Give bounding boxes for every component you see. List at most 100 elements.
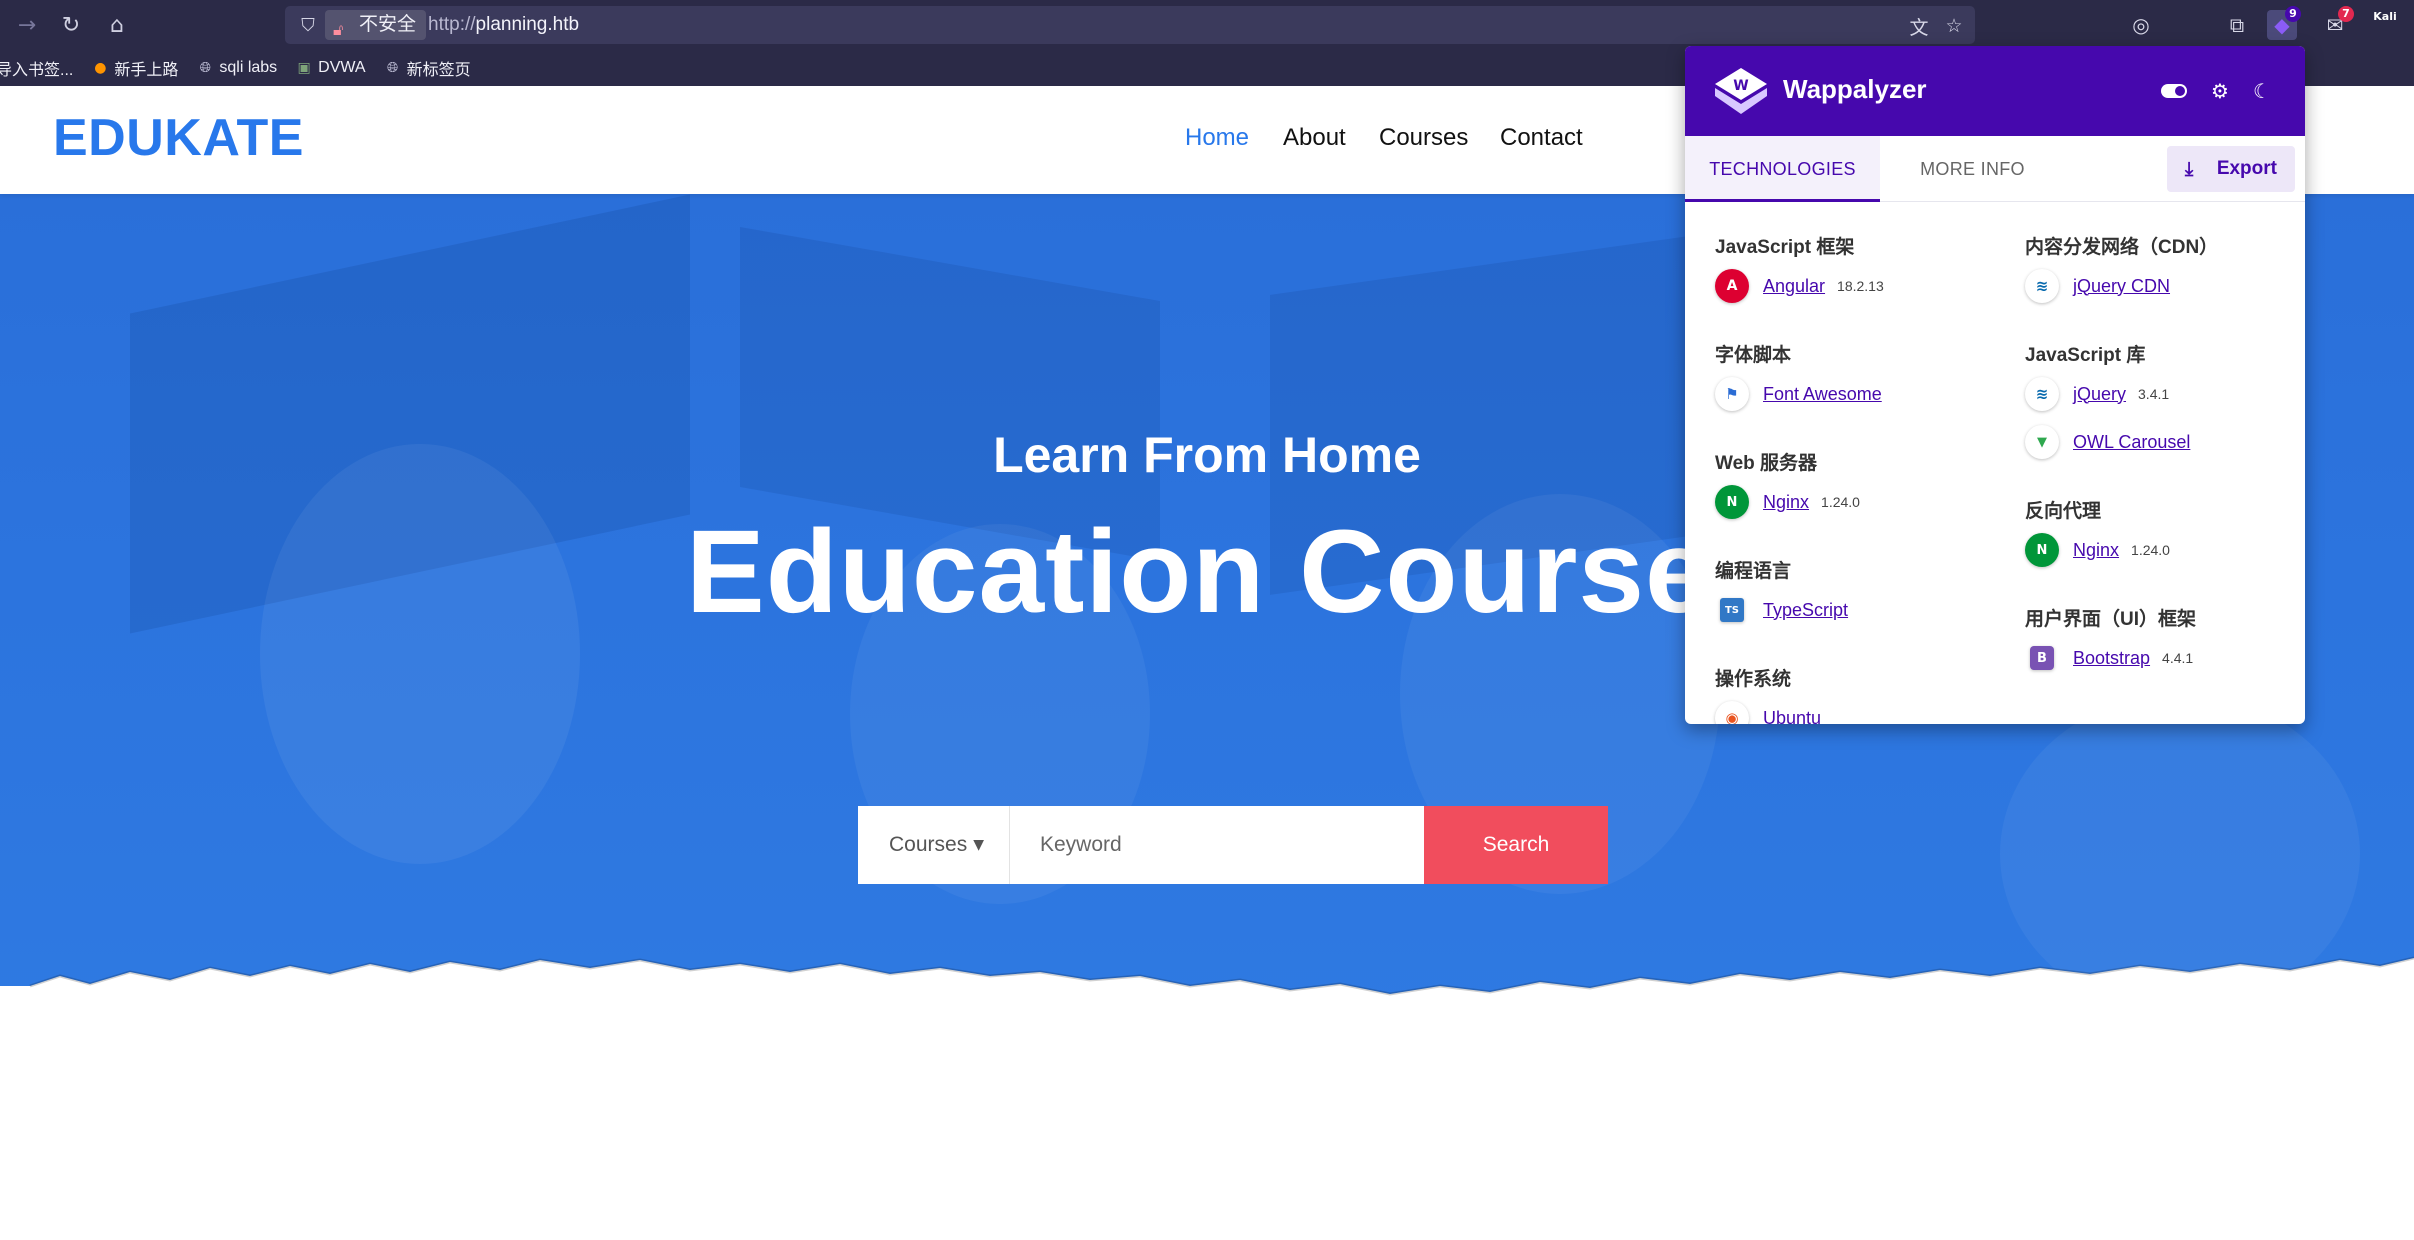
url-bar[interactable]: ⛉ 🔓︎ 不安全 http://planning.htb 文 ☆ bbox=[285, 6, 1975, 44]
bookmark-star-icon[interactable]: ☆ bbox=[1942, 14, 1966, 38]
bookmark-getting-started[interactable]: ● 新手上路 bbox=[91, 56, 178, 80]
url-host: planning.htb bbox=[475, 14, 580, 35]
firefox-icon: ● bbox=[94, 60, 107, 76]
courses-dropdown[interactable]: Courses ▼ bbox=[858, 806, 1010, 884]
owl-carousel-icon: ▼ bbox=[2025, 425, 2059, 459]
tech-name[interactable]: TypeScript bbox=[1763, 600, 1848, 621]
category-js-framework: JavaScript 框架 bbox=[1715, 237, 1855, 258]
tech-name[interactable]: Angular bbox=[1763, 276, 1825, 297]
settings-gear-icon[interactable]: ⚙ bbox=[2205, 76, 2235, 106]
nginx-icon: N bbox=[2025, 533, 2059, 567]
site-logo[interactable]: EDUKATE bbox=[53, 108, 304, 168]
tech-font-awesome[interactable]: ⚑ Font Awesome bbox=[1715, 376, 1882, 412]
mail-icon[interactable]: ✉ 7 bbox=[2320, 6, 2354, 40]
profile-avatar[interactable]: Kali bbox=[2370, 10, 2400, 40]
url-text[interactable]: http://planning.htb bbox=[428, 14, 579, 36]
torn-paper-divider bbox=[0, 956, 2414, 1146]
tech-angular[interactable]: A Angular 18.2.13 bbox=[1715, 268, 1884, 304]
tech-name[interactable]: Ubuntu bbox=[1763, 708, 1821, 725]
caret-down-icon: ▼ bbox=[973, 837, 984, 853]
tech-ubuntu[interactable]: ◉ Ubuntu bbox=[1715, 700, 1821, 724]
angular-icon: A bbox=[1715, 269, 1749, 303]
dark-mode-moon-icon[interactable]: ☾ bbox=[2247, 76, 2277, 106]
wappalyzer-header: W Wappalyzer ⚙ ☾ bbox=[1685, 46, 2305, 136]
ubuntu-icon: ◉ bbox=[1715, 701, 1749, 724]
tech-version: 18.2.13 bbox=[1837, 278, 1884, 294]
account-icon[interactable]: ◎ bbox=[2126, 10, 2156, 40]
tech-name[interactable]: OWL Carousel bbox=[2073, 432, 2190, 453]
url-scheme: http:// bbox=[428, 14, 476, 35]
wappalyzer-tabs: TECHNOLOGIES MORE INFO ⤓ Export bbox=[1685, 136, 2305, 202]
nav-home[interactable]: Home bbox=[1185, 124, 1249, 152]
category-programming-languages: 编程语言 bbox=[1715, 561, 1792, 582]
download-icon: ⤓ bbox=[2184, 158, 2194, 180]
tech-version: 3.4.1 bbox=[2138, 386, 2170, 402]
nav-courses[interactable]: Courses bbox=[1379, 124, 1468, 152]
shield-icon[interactable]: ⛉ bbox=[297, 14, 319, 36]
globe-icon: 🌐︎ bbox=[199, 60, 211, 76]
translate-icon[interactable]: 文 bbox=[1907, 14, 1931, 39]
tech-name[interactable]: Bootstrap bbox=[2073, 648, 2150, 669]
browser-toolbar: → ↻ ⌂ ⛉ 🔓︎ 不安全 http://planning.htb 文 ☆ ◎… bbox=[0, 0, 2414, 50]
home-icon[interactable]: ⌂ bbox=[102, 10, 132, 40]
bookmark-new-tab[interactable]: 🌐︎ 新标签页 bbox=[384, 56, 471, 80]
bookmark-label: 新标签页 bbox=[406, 62, 471, 79]
insecure-label: 不安全 bbox=[359, 14, 417, 35]
bookmark-sqli-labs[interactable]: 🌐︎ sqli labs bbox=[196, 59, 277, 77]
mail-badge: 7 bbox=[2338, 6, 2354, 22]
nav-contact[interactable]: Contact bbox=[1500, 124, 1583, 152]
tab-more-info[interactable]: MORE INFO bbox=[1885, 136, 2060, 202]
tech-jquery-cdn[interactable]: ≋ jQuery CDN bbox=[2025, 268, 2170, 304]
tech-bootstrap[interactable]: B Bootstrap 4.4.1 bbox=[2025, 640, 2193, 676]
courses-dropdown-label: Courses bbox=[889, 833, 968, 856]
typescript-icon: TS bbox=[1720, 598, 1744, 622]
wappalyzer-toolbar-button[interactable]: ◆ 9 bbox=[2267, 6, 2301, 40]
unlocked-icon: 🔓︎ bbox=[333, 20, 344, 39]
hero-title: Education Courses bbox=[686, 506, 1686, 638]
insecure-indicator[interactable]: 🔓︎ 不安全 bbox=[325, 10, 427, 40]
bootstrap-icon: B bbox=[2030, 646, 2054, 670]
font-awesome-flag-icon: ⚑ bbox=[1715, 377, 1749, 411]
tech-name[interactable]: Nginx bbox=[2073, 540, 2119, 561]
tab-technologies[interactable]: TECHNOLOGIES bbox=[1685, 136, 1880, 202]
svg-text:W: W bbox=[1733, 78, 1748, 94]
tech-version: 4.4.1 bbox=[2162, 650, 2194, 666]
nav-about[interactable]: About bbox=[1283, 124, 1346, 152]
keyword-input[interactable] bbox=[1010, 806, 1424, 884]
bookmark-label: DVWA bbox=[318, 59, 366, 76]
nginx-icon: N bbox=[1715, 485, 1749, 519]
tech-name[interactable]: jQuery CDN bbox=[2073, 276, 2170, 297]
tech-nginx[interactable]: N Nginx 1.24.0 bbox=[1715, 484, 1860, 520]
category-js-libraries: JavaScript 库 bbox=[2025, 345, 2146, 366]
tech-nginx-proxy[interactable]: N Nginx 1.24.0 bbox=[2025, 532, 2170, 568]
forward-icon[interactable]: → bbox=[12, 10, 42, 40]
reload-icon[interactable]: ↻ bbox=[56, 10, 86, 40]
globe-icon: 🌐︎ bbox=[386, 60, 399, 76]
tech-jquery[interactable]: ≋ jQuery 3.4.1 bbox=[2025, 376, 2169, 412]
hero-bg-shape bbox=[260, 444, 580, 864]
tech-name[interactable]: jQuery bbox=[2073, 384, 2126, 405]
hero-title-wrap: Education Courses bbox=[686, 504, 1686, 644]
tech-typescript[interactable]: TS TypeScript bbox=[1715, 592, 1848, 628]
bookmark-label: 新手上路 bbox=[114, 62, 179, 79]
bookmark-dvwa[interactable]: ▣ DVWA bbox=[295, 59, 366, 77]
category-ui-frameworks: 用户界面（UI）框架 bbox=[2025, 609, 2197, 630]
course-search-form: Courses ▼ Search bbox=[858, 806, 1608, 884]
wappalyzer-title: Wappalyzer bbox=[1783, 74, 1927, 104]
page-icon: ▣ bbox=[297, 60, 311, 76]
tech-version: 1.24.0 bbox=[2131, 542, 2170, 558]
tech-owl-carousel[interactable]: ▼ OWL Carousel bbox=[2025, 424, 2190, 460]
search-button[interactable]: Search bbox=[1424, 806, 1608, 884]
tech-version: 1.24.0 bbox=[1821, 494, 1860, 510]
extensions-icon[interactable]: ⧉ bbox=[2222, 10, 2252, 40]
toggle-icon[interactable] bbox=[2159, 76, 2189, 106]
jquery-icon: ≋ bbox=[2025, 269, 2059, 303]
bookmark-import[interactable]: 导入书签... bbox=[0, 56, 73, 80]
bookmark-label: sqli labs bbox=[219, 59, 278, 76]
tech-name[interactable]: Font Awesome bbox=[1763, 384, 1882, 405]
wappalyzer-popup: W Wappalyzer ⚙ ☾ TECHNOLOGIES MORE INFO … bbox=[1685, 46, 2305, 724]
tech-name[interactable]: Nginx bbox=[1763, 492, 1809, 513]
extension-badge: 9 bbox=[2285, 6, 2301, 22]
export-button[interactable]: ⤓ Export bbox=[2166, 146, 2295, 192]
profile-label: Kali bbox=[2373, 10, 2397, 23]
